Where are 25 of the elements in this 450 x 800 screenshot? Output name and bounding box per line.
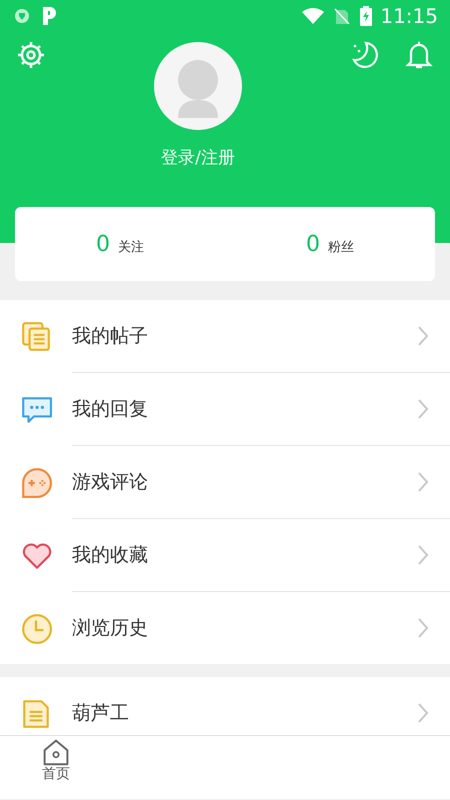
chevron-right-icon xyxy=(416,544,430,566)
document-icon xyxy=(20,697,52,729)
wifi-icon xyxy=(302,8,324,24)
night-mode-button[interactable] xyxy=(350,40,380,70)
stat-label[interactable]: 关注 xyxy=(118,238,144,257)
shield-icon xyxy=(14,8,30,24)
gamepad-bubble-icon xyxy=(20,466,52,498)
chevron-right-icon xyxy=(416,398,430,420)
notification-button[interactable] xyxy=(404,40,434,70)
chevron-right-icon xyxy=(416,702,430,724)
home-icon xyxy=(41,738,71,766)
stat-label[interactable]: 粉丝 xyxy=(328,238,354,257)
clock-icon xyxy=(20,612,52,644)
settings-button[interactable] xyxy=(16,40,46,70)
battery-icon xyxy=(360,6,372,26)
gear-icon xyxy=(16,40,46,70)
clock-time: 11:15 xyxy=(380,3,438,30)
moon-icon xyxy=(350,40,380,70)
app-notification-icon xyxy=(42,7,56,25)
chevron-right-icon xyxy=(416,617,430,639)
no-sim-icon xyxy=(334,8,350,24)
documents-icon xyxy=(20,320,52,352)
chevron-right-icon xyxy=(416,325,430,347)
chevron-right-icon xyxy=(416,471,430,493)
bell-icon xyxy=(404,40,434,70)
